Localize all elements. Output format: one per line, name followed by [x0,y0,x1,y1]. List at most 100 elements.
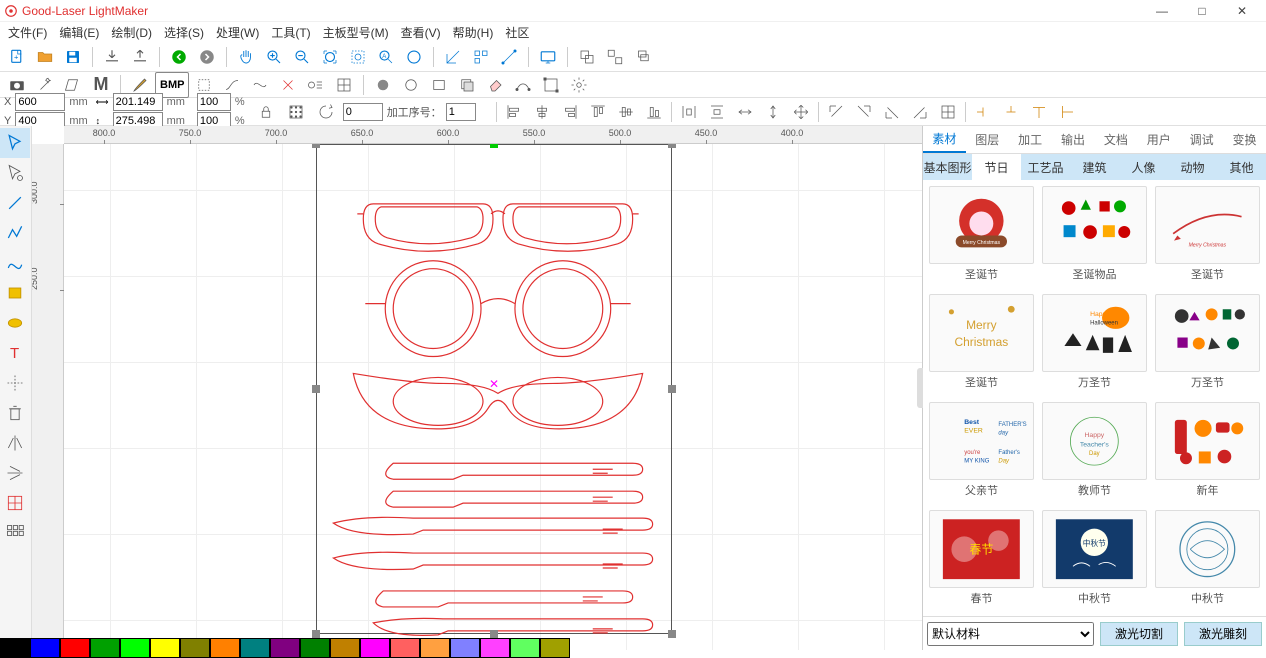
asset-item[interactable]: Merry Christmas圣诞节 [1155,186,1260,286]
panel-tab[interactable]: 加工 [1009,126,1052,153]
panel-tab[interactable]: 用户 [1137,126,1180,153]
select-tool[interactable] [0,128,30,158]
asset-item[interactable]: 新年 [1155,402,1260,502]
array-button[interactable] [468,44,494,70]
anchor-grid-button[interactable] [283,99,309,125]
menu-item[interactable]: 绘制(D) [105,22,158,43]
panel-subtab[interactable]: 其他 [1217,154,1266,180]
zoom-out-button[interactable] [289,44,315,70]
panel-tab[interactable]: 文档 [1095,126,1138,153]
menu-item[interactable]: 文件(F) [2,22,53,43]
corner-bl-button[interactable] [879,99,905,125]
color-swatch[interactable] [420,638,450,658]
text-tool[interactable]: T [0,338,30,368]
path-button[interactable] [510,72,536,98]
list-icon-button[interactable] [303,72,329,98]
polyline-tool[interactable] [0,218,30,248]
snap-v-button[interactable] [998,99,1024,125]
grid-icon-button[interactable] [331,72,357,98]
menu-item[interactable]: 编辑(E) [53,22,105,43]
mirror-h-tool[interactable] [0,428,30,458]
rect-outline-button[interactable] [426,72,452,98]
rect-shadow-button[interactable] [454,72,480,98]
menu-item[interactable]: 帮助(H) [447,22,500,43]
align-top-button[interactable] [585,99,611,125]
ungroup-button[interactable] [602,44,628,70]
width-input[interactable] [113,93,163,111]
menu-item[interactable]: 主板型号(M) [317,22,395,43]
color-swatch[interactable] [240,638,270,658]
color-swatch[interactable] [540,638,570,658]
color-swatch[interactable] [180,638,210,658]
snap-button[interactable] [275,72,301,98]
panel-tab[interactable]: 素材 [923,126,966,153]
menu-item[interactable]: 选择(S) [158,22,210,43]
align-vcenter-button[interactable] [613,99,639,125]
panel-subtab[interactable]: 建筑 [1070,154,1119,180]
scale-x-input[interactable] [197,93,231,111]
asset-item[interactable]: 春节春节 [929,510,1034,610]
measure-button[interactable] [496,44,522,70]
menu-item[interactable]: 查看(V) [395,22,447,43]
pan-button[interactable] [233,44,259,70]
center-grid-button[interactable] [935,99,961,125]
zoom-all-button[interactable] [401,44,427,70]
color-swatch[interactable] [30,638,60,658]
panel-collapse-handle[interactable] [917,368,923,408]
x-input[interactable] [15,93,65,111]
color-swatch[interactable] [300,638,330,658]
array-tool[interactable] [0,518,30,548]
maximize-button[interactable]: □ [1182,0,1222,22]
new-file-button[interactable]: + [4,44,30,70]
snap-h-button[interactable] [970,99,996,125]
panel-subtab[interactable]: 基本图形 [923,154,972,180]
panel-tab[interactable]: 输出 [1052,126,1095,153]
color-swatch[interactable] [90,638,120,658]
color-swatch[interactable] [210,638,240,658]
color-swatch[interactable] [480,638,510,658]
menu-item[interactable]: 社区 [499,22,535,43]
panel-subtab[interactable]: 工艺品 [1021,154,1070,180]
selection-box[interactable] [316,144,672,634]
export-button[interactable] [127,44,153,70]
color-swatch[interactable] [60,638,90,658]
mirror-v-tool[interactable] [0,458,30,488]
curve2-button[interactable] [247,72,273,98]
zoom-fit-button[interactable] [317,44,343,70]
color-swatch[interactable] [510,638,540,658]
corner-tr-button[interactable] [851,99,877,125]
display-button[interactable] [535,44,561,70]
bounds-button[interactable] [538,72,564,98]
rotate-icon[interactable] [313,99,339,125]
menu-item[interactable]: 处理(W) [210,22,265,43]
corner-tl-button[interactable] [823,99,849,125]
color-swatch[interactable] [390,638,420,658]
rect-tool[interactable] [0,278,30,308]
panel-subtab[interactable]: 动物 [1168,154,1217,180]
crosshair-tool[interactable] [0,368,30,398]
asset-item[interactable]: HappyHalloween万圣节 [1042,294,1147,394]
circle-outline-button[interactable] [398,72,424,98]
align-hcenter-button[interactable] [529,99,555,125]
asset-item[interactable]: Merry Christmas圣诞节 [929,186,1034,286]
color-swatch[interactable] [0,638,30,658]
zoom-in-button[interactable] [261,44,287,70]
close-button[interactable]: ✕ [1222,0,1262,22]
canvas[interactable]: ✕ [64,144,922,650]
group-button[interactable] [574,44,600,70]
color-swatch[interactable] [450,638,480,658]
origin-tool-button[interactable] [440,44,466,70]
color-swatch[interactable] [150,638,180,658]
color-swatch[interactable] [120,638,150,658]
align-right-button[interactable] [557,99,583,125]
import-button[interactable] [99,44,125,70]
zoom-actual-button[interactable]: A [373,44,399,70]
asset-item[interactable]: 万圣节 [1155,294,1260,394]
panel-subtab[interactable]: 节日 [972,154,1021,180]
align-left-button[interactable] [501,99,527,125]
asset-item[interactable]: 中秋节 [1155,510,1260,610]
color-swatch[interactable] [270,638,300,658]
asset-item[interactable]: 中秋节中秋节 [1042,510,1147,610]
asset-item[interactable]: MerryChristmas圣诞节 [929,294,1034,394]
dist-h-button[interactable] [676,99,702,125]
